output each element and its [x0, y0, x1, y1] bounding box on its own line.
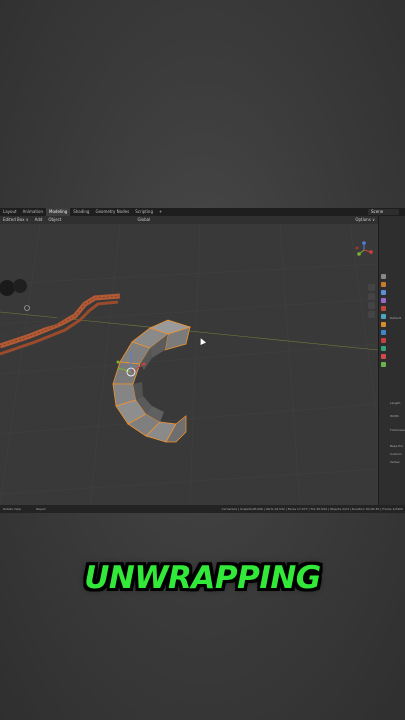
transform-orientation[interactable]: Global: [134, 216, 153, 224]
data-tab-icon[interactable]: [380, 362, 386, 367]
object-menu[interactable]: Object: [45, 216, 64, 224]
tab-animation[interactable]: Animation: [20, 208, 46, 216]
properties-tabs: [379, 274, 387, 474]
prop-label: Width: [390, 414, 399, 418]
prop-label: Base Pol: [390, 444, 403, 448]
video-frame: Layout Animation Modeling Shading Geomet…: [0, 0, 405, 720]
prop-label: Default: [390, 316, 401, 320]
workspace-tab-bar: Layout Animation Modeling Shading Geomet…: [0, 208, 405, 216]
mode-selector[interactable]: Edited Box ∨: [0, 216, 32, 224]
particles-tab-icon[interactable]: [380, 338, 386, 343]
floor-grid: [0, 224, 378, 505]
tab-shading[interactable]: Shading: [70, 208, 92, 216]
modifier-tab-icon[interactable]: [380, 330, 386, 335]
tab-geometry-nodes[interactable]: Geometry Nodes: [92, 208, 132, 216]
tab-layout[interactable]: Layout: [0, 208, 20, 216]
zoom-icon[interactable]: [368, 284, 375, 291]
viewport-header: Edited Box ∨ Add Object Global Options ∨: [0, 216, 378, 224]
camera-icon[interactable]: [368, 302, 375, 309]
curved-mesh-selected[interactable]: [112, 319, 192, 443]
prop-label: Thickness: [390, 428, 405, 432]
track-rail-inner[interactable]: [0, 300, 119, 356]
viewport-nav-tools: [368, 284, 377, 354]
caption-text: UNWRAPPING: [84, 560, 321, 596]
tool-tab-icon[interactable]: [380, 274, 386, 279]
sphere-object[interactable]: [13, 279, 27, 293]
add-menu[interactable]: Add: [32, 216, 46, 224]
blender-window: Layout Animation Modeling Shading Geomet…: [0, 208, 405, 513]
status-bar: Rotate View Object Cornerbox | ScaledCaf…: [0, 505, 405, 513]
prop-label: Custom: [390, 452, 402, 456]
3d-viewport[interactable]: [0, 224, 378, 505]
viewport-scene: [0, 224, 378, 505]
options-menu[interactable]: Options ∨: [352, 216, 378, 224]
render-tab-icon[interactable]: [380, 282, 386, 287]
sphere-object[interactable]: [0, 280, 15, 296]
view-layer-tab-icon[interactable]: [380, 298, 386, 303]
tab-modeling[interactable]: Modeling: [46, 208, 71, 216]
scene-tab-icon[interactable]: [380, 306, 386, 311]
status-stats: Cornerbox | ScaledCaft.006 | Verts 16,53…: [221, 507, 403, 511]
add-workspace-button[interactable]: +: [156, 208, 165, 216]
hand-icon[interactable]: [368, 293, 375, 300]
physics-tab-icon[interactable]: [380, 346, 386, 351]
object-tab-icon[interactable]: [380, 322, 386, 327]
status-object: Object: [35, 507, 46, 511]
status-rotate-view: Rotate View: [3, 507, 21, 511]
navigation-gizmo[interactable]: [354, 240, 374, 260]
constraints-tab-icon[interactable]: [380, 354, 386, 359]
properties-panel: Default Length Width Thickness Base Pol …: [378, 216, 405, 505]
world-tab-icon[interactable]: [380, 314, 386, 319]
tab-scripting[interactable]: Scripting: [132, 208, 156, 216]
prop-label: Length: [390, 401, 401, 405]
scene-selector[interactable]: Scene: [368, 209, 399, 215]
origin-marker: [24, 305, 30, 311]
prop-label: Vertex: [390, 460, 400, 464]
grid-icon[interactable]: [368, 311, 375, 318]
output-tab-icon[interactable]: [380, 290, 386, 295]
